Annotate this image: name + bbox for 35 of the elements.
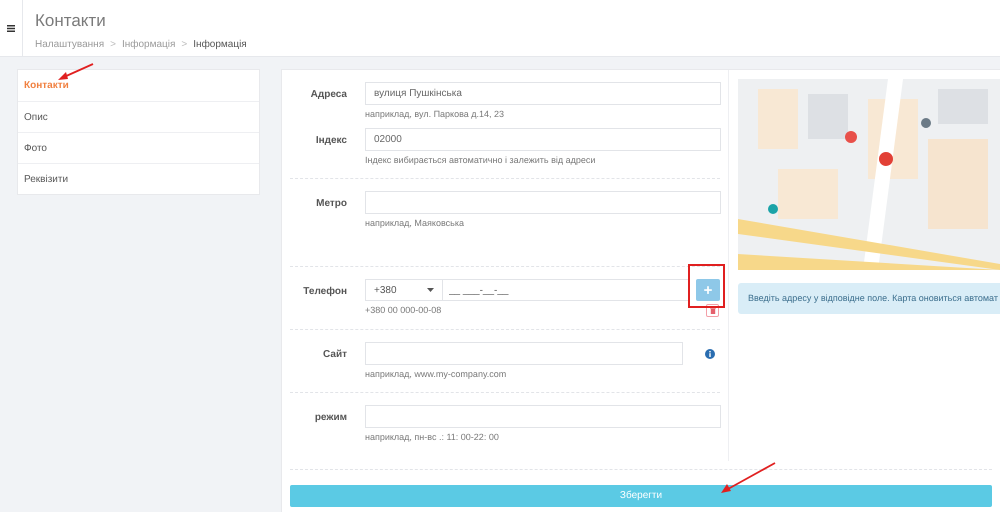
sidebar-item[interactable]: Фото — [18, 132, 259, 163]
annotation-arrow — [721, 462, 776, 493]
trash-icon — [710, 307, 716, 314]
annotation-arrow — [58, 63, 94, 80]
field-hint: наприклад, пн-вс .: 11: 00-22: 00 — [365, 432, 499, 443]
text-input-field[interactable]: вулиця Пушкінська — [365, 82, 721, 105]
field-label: Телефон — [302, 285, 347, 299]
info-icon[interactable] — [705, 348, 715, 358]
field-hint: Індекс вибирається автоматично і залежить від адреси — [365, 155, 596, 166]
field-hint: наприклад, Маяковська — [365, 218, 464, 229]
field-hint: наприклад, вул. Паркова д.14, 23 — [365, 109, 504, 120]
country-code-select[interactable]: +380 — [365, 279, 443, 301]
info-alert: Введіть адресу у відповідне поле. Карта оновиться автомат — [738, 283, 1000, 314]
breadcrumb-separator: > — [110, 38, 116, 52]
text-input-field[interactable] — [365, 405, 721, 428]
text-input-field[interactable] — [365, 342, 683, 365]
text-input-field[interactable]: 02000 — [365, 128, 721, 151]
field-label: Індекс — [314, 134, 347, 148]
field-hint: +380 00 000-00-08 — [365, 305, 442, 316]
field-label: режим — [314, 411, 347, 425]
page-title: Контакти — [35, 10, 107, 32]
highlight-frame — [688, 264, 725, 308]
text-input-field[interactable] — [365, 191, 721, 214]
field-label: Сайт — [322, 348, 347, 362]
field-label: Адреса — [310, 88, 347, 102]
delete-button[interactable] — [706, 304, 719, 317]
field-label: Метро — [315, 197, 347, 211]
sidebar-item[interactable]: Опис — [18, 101, 259, 132]
breadcrumb-separator: > — [181, 38, 188, 52]
phone-input-field[interactable]: __ ___-__-__ — [443, 279, 690, 301]
sidebar-item[interactable]: Реквізити — [18, 163, 259, 194]
breadcrumb-link[interactable]: Налаштування — [35, 37, 104, 52]
caret-icon — [427, 288, 434, 292]
field-hint: наприклад, www.my-company.com — [365, 369, 506, 380]
menu-icon[interactable] — [7, 24, 15, 32]
